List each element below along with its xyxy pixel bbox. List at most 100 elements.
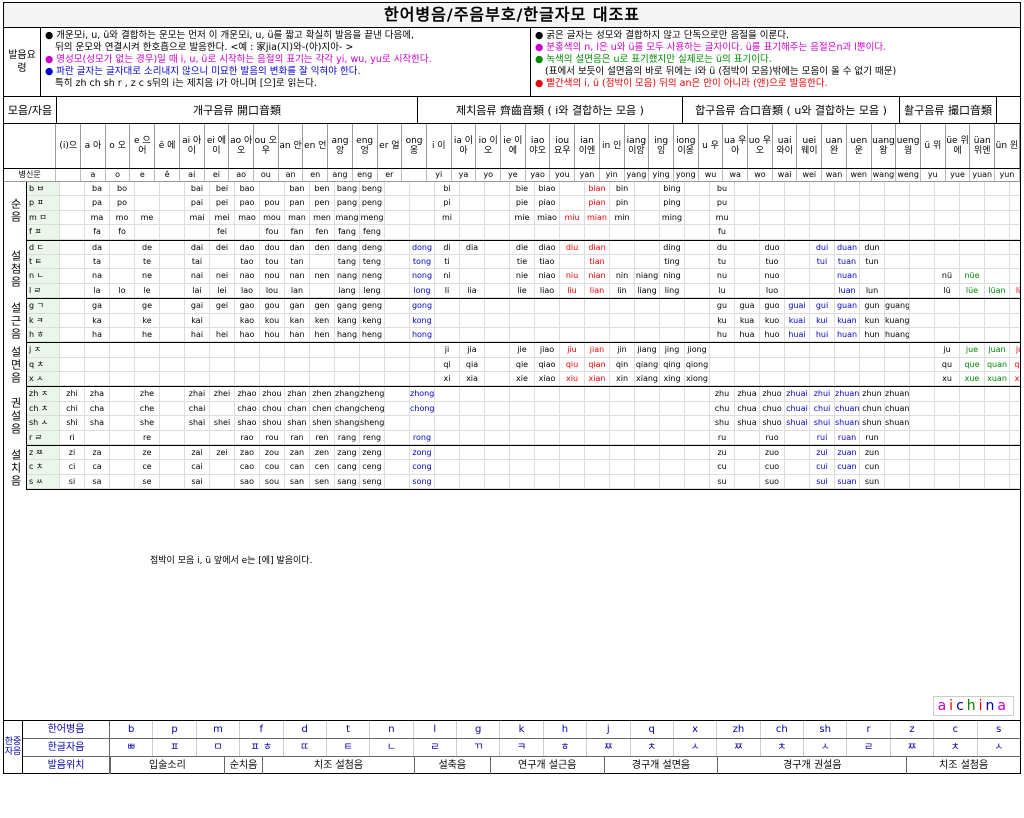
syllable-cell: gan [285,299,310,313]
syllable-cell: ji [435,343,460,357]
syllable-cell [460,299,485,313]
hangul-consonant: ㅍ ㅎ [239,739,282,756]
syllable-cell [735,430,760,445]
syllable-cell [885,269,910,283]
syllable-cell [735,210,760,225]
syllable-cell [485,269,510,283]
syllable-cell [560,225,585,239]
syllable-cell [110,372,135,386]
y-w-spelling: ang [328,169,353,181]
initial-cell: g ㄱ [27,299,60,313]
pinyin-consonant: n [369,721,412,738]
syllable-cell [535,446,560,460]
syllable-cell [135,357,160,372]
syllable-cell [110,446,135,460]
syllable-cell [910,474,935,489]
syllable-cell: huang [885,327,910,342]
syllable-cell [60,299,85,313]
syllable-cell: hen [310,327,335,342]
syllable-cell: rong [410,430,435,445]
syllable-cell [660,225,685,239]
syllable-cell: dang [335,240,360,254]
syllable-cell [785,254,810,269]
syllable-cell [835,225,860,239]
syllable-cell [435,430,460,445]
syllable-cell: huan [835,327,860,342]
syllable-cell: teng [360,254,385,269]
table-row: ch ㅊ chi cha che chai chao chou chan chen chang ch… [27,401,1020,417]
syllable-cell: jue [960,343,985,357]
syllable-cell: da [85,240,110,254]
syllable-cell: jiu [560,343,585,357]
syllable-cell [635,240,660,254]
syllable-cell: shan [285,416,310,430]
syllable-cell: hei [210,327,235,342]
syllable-cell: jun [1010,343,1020,356]
syllable-cell [210,343,235,357]
syllable-cell [85,343,110,357]
syllable-cell [685,182,710,196]
hangul-consonant: ㅉ [586,739,629,756]
initial-cell: h ㅎ [27,327,60,342]
syllable-cell: mao [235,210,260,225]
syllable-cell: sao [235,474,260,489]
syllable-cell [535,225,560,239]
syllable-cell [785,357,810,372]
syllable-cell [860,269,885,283]
syllable-cell [560,299,585,313]
syllable-cell: tian [585,254,610,269]
syllable-cell [660,474,685,489]
syllable-cell: zhou [260,387,285,401]
syllable-cell: si [60,474,85,489]
syllable-cell: xu [935,372,960,386]
syllable-cell: bei [210,182,235,196]
syllable-cell [810,343,835,357]
pinyin-consonant: q [629,721,673,738]
syllable-cell: jing [660,343,685,357]
y-w-spelling: yi [427,169,452,181]
syllable-cell [210,372,235,386]
syllable-cell: ming [660,210,685,225]
syllable-cell: run [860,430,885,445]
syllable-cell [1010,431,1020,444]
syllable-cell: gen [310,299,335,313]
syllable-cell [785,343,810,357]
hangul-consonant: ㅋ [499,739,542,756]
syllable-cell: guan [835,299,860,313]
initial-cell: s ㅆ [27,474,60,489]
hangul-consonant: ㅊ [933,739,976,756]
syllable-cell: shi [60,416,85,430]
initial-cell: c ㅊ [27,460,60,474]
syllable-cell: gao [235,299,260,313]
syllable-cell: fang [335,225,360,239]
syllable-cell [635,210,660,225]
hangul-consonant: ㄹ [412,739,456,756]
table-row: b ㅂ ba bo bai bei bao ban ben bang beng bi bie biao b… [27,182,1020,197]
syllable-cell [1010,269,1020,282]
syllable-cell: kong [410,313,435,327]
syllable-cell [710,343,735,357]
syllable-cell: die [510,240,535,254]
syllable-cell [960,387,985,401]
y-w-spelling: ou [254,169,279,181]
syllable-cell: neng [360,269,385,283]
syllable-cell [935,254,960,269]
initial-cell: b ㅂ [27,182,60,196]
syllable-cell: cao [235,460,260,474]
syllable-cell [935,416,960,430]
syllable-cell: zhong [410,387,435,401]
syllable-cell [835,343,860,357]
syllable-cell: ke [135,313,160,327]
syllable-cell: cang [335,460,360,474]
syllable-cell [610,299,635,313]
syllable-cell: biao [535,182,560,196]
final-header: a 아 [81,124,106,168]
syllable-cell: rang [335,430,360,445]
syllable-cell: cen [310,460,335,474]
syllable-cell: rou [260,430,285,445]
syllable-cell [485,474,510,489]
syllable-cell: chao [235,401,260,416]
syllable-cell: pian [585,196,610,210]
syllable-cell [485,357,510,372]
syllable-cell: beng [360,182,385,196]
